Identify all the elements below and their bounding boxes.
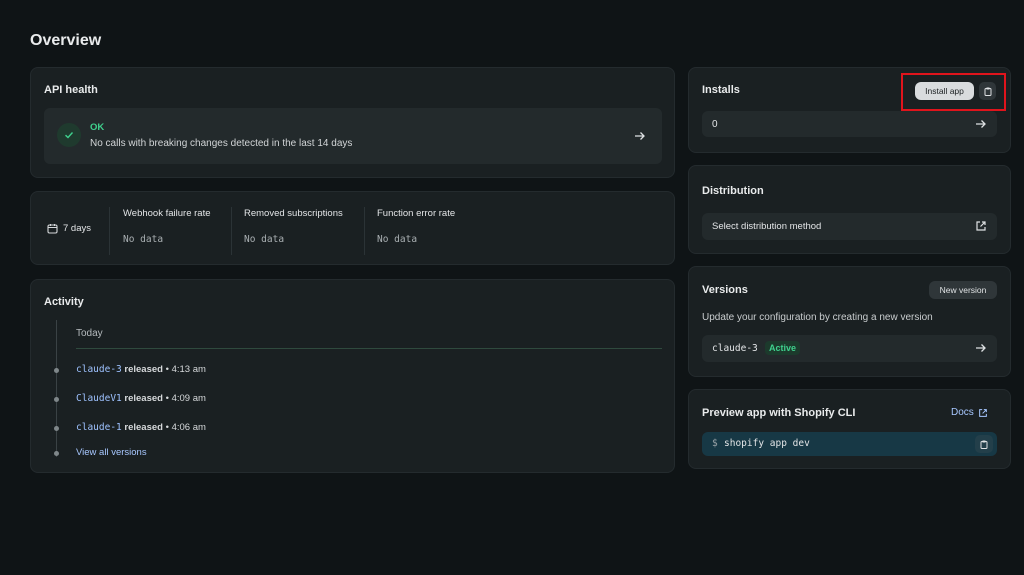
timeline-dot (54, 426, 59, 431)
activity-time: 4:09 am (171, 393, 206, 404)
api-health-status: OK (90, 122, 105, 133)
timeline-dot (54, 451, 59, 456)
preview-card: Preview app with Shopify CLI Docs $ shop… (688, 389, 1011, 469)
metric-function-value: No data (377, 234, 418, 245)
metrics-period[interactable]: 7 days (63, 223, 91, 234)
metric-function-title: Function error rate (377, 208, 456, 219)
metric-webhook-value: No data (123, 234, 164, 245)
activity-card: Activity Today claude-3 released • 4:13 … (30, 279, 675, 473)
api-health-heading: API health (44, 84, 98, 96)
docs-link-label: Docs (951, 407, 974, 418)
arrow-right-icon (976, 344, 986, 352)
activity-time: 4:06 am (171, 422, 206, 433)
api-health-card: API health OK No calls with breaking cha… (30, 67, 675, 178)
divider (76, 348, 662, 349)
versions-description: Update your configuration by creating a … (702, 312, 933, 323)
preview-heading: Preview app with Shopify CLI (702, 407, 856, 419)
distribution-heading: Distribution (702, 185, 764, 197)
activity-version[interactable]: ClaudeV1 (76, 393, 122, 404)
timeline-line (56, 320, 57, 457)
activity-time: 4:13 am (171, 364, 206, 375)
activity-entry: claude-1 released • 4:06 am (76, 422, 206, 433)
new-version-button[interactable]: New version (929, 281, 997, 299)
cli-prompt: $ (712, 438, 718, 449)
activity-separator: • (165, 422, 169, 433)
select-distribution-label: Select distribution method (712, 221, 822, 232)
metrics-card: 7 days Webhook failure rate No data Remo… (30, 191, 675, 265)
check-circle-icon (57, 123, 81, 147)
installs-count: 0 (712, 119, 718, 130)
clipboard-icon (980, 440, 988, 449)
activity-entry: ClaudeV1 released • 4:09 am (76, 393, 206, 404)
activity-action: released (124, 422, 163, 433)
versions-card: Versions New version Update your configu… (688, 266, 1011, 377)
current-version-row[interactable]: claude-3 Active (702, 335, 997, 362)
arrow-right-icon (976, 120, 986, 128)
cli-command-box: $ shopify app dev (702, 432, 997, 456)
divider (109, 207, 110, 255)
select-distribution-row[interactable]: Select distribution method (702, 213, 997, 240)
installs-heading: Installs (702, 84, 740, 96)
copy-command-button[interactable] (975, 435, 993, 453)
activity-separator: • (165, 364, 169, 375)
highlight-box (901, 73, 1006, 111)
versions-heading: Versions (702, 284, 748, 296)
docs-link[interactable]: Docs (951, 407, 988, 418)
metric-webhook-title: Webhook failure rate (123, 208, 211, 219)
metric-removed-title: Removed subscriptions (244, 208, 343, 219)
page-title: Overview (30, 32, 102, 49)
divider (231, 207, 232, 255)
current-version-name: claude-3 (712, 343, 758, 354)
activity-action: released (124, 393, 163, 404)
external-link-icon (978, 408, 987, 417)
view-all-versions-link[interactable]: View all versions (76, 447, 147, 458)
activity-heading: Activity (44, 296, 84, 308)
external-link-icon (976, 221, 986, 231)
divider (364, 207, 365, 255)
activity-action: released (124, 364, 163, 375)
distribution-card: Distribution Select distribution method (688, 165, 1011, 254)
calendar-icon (47, 224, 58, 234)
timeline-dot (54, 397, 59, 402)
activity-entry: claude-3 released • 4:13 am (76, 364, 206, 375)
activity-version[interactable]: claude-1 (76, 422, 122, 433)
arrow-right-icon (635, 132, 645, 140)
active-badge: Active (765, 341, 801, 355)
activity-separator: • (165, 393, 169, 404)
api-health-message: No calls with breaking changes detected … (90, 138, 353, 149)
installs-card: Installs Install app 0 (688, 67, 1011, 153)
api-health-status-row[interactable]: OK No calls with breaking changes detect… (44, 108, 662, 164)
installs-count-row[interactable]: 0 (702, 111, 997, 137)
activity-group-label: Today (76, 328, 103, 339)
activity-version[interactable]: claude-3 (76, 364, 122, 375)
cli-command: shopify app dev (724, 438, 810, 449)
timeline-dot (54, 368, 59, 373)
metric-removed-value: No data (244, 234, 285, 245)
